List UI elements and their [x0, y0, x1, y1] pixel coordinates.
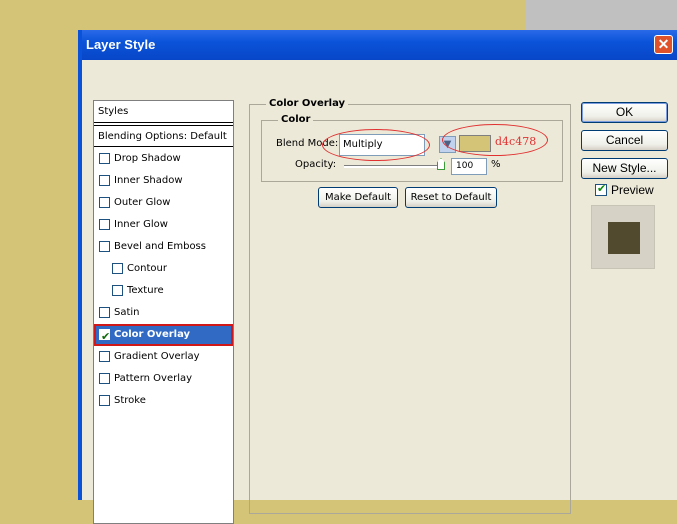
opacity-unit: %: [491, 159, 501, 170]
style-item-label: Color Overlay: [114, 329, 191, 340]
opacity-input[interactable]: 100: [451, 158, 487, 175]
style-item-color-overlay[interactable]: ✔ Color Overlay: [94, 324, 233, 346]
dialog-client-area: Styles Blending Options: Default Drop Sh…: [82, 60, 677, 524]
cancel-label: Cancel: [605, 133, 644, 147]
style-item-inner-glow[interactable]: Inner Glow: [94, 214, 233, 236]
style-item-label: Outer Glow: [114, 197, 171, 208]
style-checkbox[interactable]: [99, 241, 110, 252]
style-item-texture[interactable]: Texture: [94, 280, 233, 302]
ok-button[interactable]: OK: [581, 102, 668, 123]
reset-to-default-label: Reset to Default: [410, 192, 492, 203]
style-item-outer-glow[interactable]: Outer Glow: [94, 192, 233, 214]
style-item-contour[interactable]: Contour: [94, 258, 233, 280]
style-checkbox[interactable]: ✔: [99, 329, 110, 343]
style-checkbox[interactable]: [99, 153, 110, 164]
color-highlight-ellipse: [442, 124, 548, 156]
preview-checkbox[interactable]: ✔: [595, 182, 607, 196]
style-item-gradient-overlay[interactable]: Gradient Overlay: [94, 346, 233, 368]
preview-label: Preview: [611, 183, 654, 197]
opacity-value: 100: [456, 161, 474, 171]
style-checkbox[interactable]: [99, 307, 110, 318]
style-checkbox[interactable]: [99, 219, 110, 230]
blend-mode-highlight-ellipse: [322, 129, 430, 161]
style-item-label: Inner Shadow: [114, 175, 183, 186]
color-overlay-group-title: Color Overlay: [266, 98, 349, 109]
style-item-bevel-and-emboss[interactable]: Bevel and Emboss: [94, 236, 233, 258]
style-preview-box: [591, 205, 655, 269]
new-style-button[interactable]: New Style...: [581, 158, 668, 179]
cancel-button[interactable]: Cancel: [581, 130, 668, 151]
dialog-title: Layer Style: [86, 37, 156, 52]
style-item-label: Inner Glow: [114, 219, 168, 230]
style-checkbox[interactable]: [99, 395, 110, 406]
style-item-label: Pattern Overlay: [114, 373, 193, 384]
style-checkbox[interactable]: [99, 175, 110, 186]
style-preview-swatch: [608, 222, 640, 254]
style-item-pattern-overlay[interactable]: Pattern Overlay: [94, 368, 233, 390]
style-item-stroke[interactable]: Stroke: [94, 390, 233, 412]
styles-list: Styles Blending Options: Default Drop Sh…: [93, 100, 234, 524]
style-item-satin[interactable]: Satin: [94, 302, 233, 324]
style-item-label: Stroke: [114, 395, 146, 406]
style-checkbox[interactable]: [112, 263, 123, 274]
make-default-label: Make Default: [324, 192, 392, 203]
blending-options-label: Blending Options: Default: [98, 131, 227, 142]
ok-label: OK: [615, 105, 634, 119]
make-default-button[interactable]: Make Default: [318, 187, 398, 208]
reset-to-default-button[interactable]: Reset to Default: [405, 187, 497, 208]
new-style-label: New Style...: [592, 161, 657, 175]
opacity-slider-track[interactable]: [344, 165, 442, 168]
styles-header[interactable]: Styles: [94, 101, 233, 123]
style-item-inner-shadow[interactable]: Inner Shadow: [94, 170, 233, 192]
close-icon: ✕: [657, 36, 670, 52]
close-button[interactable]: ✕: [654, 35, 673, 54]
style-item-label: Contour: [127, 263, 167, 274]
styles-header-label: Styles: [98, 106, 129, 117]
blending-options-item[interactable]: Blending Options: Default: [94, 125, 233, 147]
style-item-label: Satin: [114, 307, 140, 318]
style-checkbox[interactable]: [99, 197, 110, 208]
opacity-label: Opacity:: [295, 159, 337, 170]
checkmark-icon: ✔: [101, 330, 111, 343]
style-item-label: Gradient Overlay: [114, 351, 200, 362]
style-checkbox[interactable]: [99, 373, 110, 384]
style-checkbox[interactable]: [99, 351, 110, 362]
dialog-titlebar[interactable]: Layer Style ✕: [82, 30, 677, 60]
style-checkbox[interactable]: [112, 285, 123, 296]
style-item-label: Drop Shadow: [114, 153, 181, 164]
style-item-label: Bevel and Emboss: [114, 241, 206, 252]
style-item-drop-shadow[interactable]: Drop Shadow: [94, 148, 233, 170]
layer-style-dialog: Layer Style ✕ Styles Blending Options: D…: [78, 30, 677, 524]
color-subgroup-title: Color: [278, 114, 314, 125]
style-item-label: Texture: [127, 285, 164, 296]
checkmark-icon: ✔: [597, 182, 607, 195]
